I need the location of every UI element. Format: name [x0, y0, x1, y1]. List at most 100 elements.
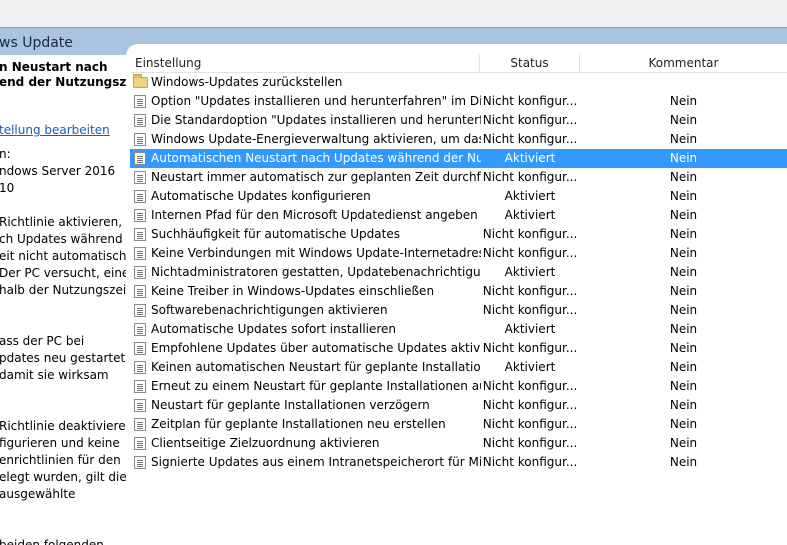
setting-comment: Nein [669, 189, 698, 203]
description-line: enrichtlinien für den [0, 453, 121, 467]
description-line: elegt wurden, gilt die [0, 470, 126, 484]
setting-name: Windows-Updates zurückstellen [151, 75, 343, 89]
setting-status: Aktiviert [504, 151, 556, 165]
policy-icon [134, 456, 146, 469]
policy-icon [134, 266, 146, 279]
setting-status: Aktiviert [504, 208, 556, 222]
policy-heading-line-2: end der Nutzungszeit [0, 75, 126, 89]
setting-name: Empfohlene Updates über automatische Upd… [151, 341, 481, 355]
policy-icon [134, 190, 146, 203]
setting-name: Neustart für geplante Installationen ver… [151, 398, 430, 412]
policy-icon [134, 95, 146, 108]
setting-comment: Nein [669, 94, 698, 108]
description-line: figurieren und keine [0, 436, 120, 450]
setting-status: Nicht konfigur... [482, 303, 578, 317]
setting-name: Automatische Updates sofort installieren [151, 322, 397, 336]
description-line: ausgewählte [0, 487, 76, 501]
setting-comment: Nein [669, 360, 698, 374]
setting-name: Signierte Updates aus einem Intranetspei… [151, 455, 481, 469]
pane-title: ws Update [0, 35, 73, 51]
setting-status: Nicht konfigur... [482, 398, 578, 412]
setting-status: Nicht konfigur... [482, 246, 578, 260]
setting-status: Aktiviert [504, 322, 556, 336]
policy-row[interactable]: Zeitplan für geplante Installationen neu… [130, 415, 787, 434]
setting-comment: Nein [669, 417, 698, 431]
setting-status: Nicht konfigur... [482, 436, 578, 450]
edit-policy-setting-link[interactable]: tellung bearbeiten [0, 122, 110, 139]
policy-row[interactable]: Erneut zu einem Neustart für geplante In… [130, 377, 787, 396]
setting-name: Neustart immer automatisch zur geplanten… [151, 170, 481, 184]
policy-row[interactable]: Automatischen Neustart nach Updates währ… [130, 149, 787, 168]
setting-comment: Nein [669, 322, 698, 336]
setting-comment: Nein [669, 227, 698, 241]
policy-row[interactable]: Suchhäufigkeit für automatische Updates N… [130, 225, 787, 244]
description-line: Der PC versucht, einen [0, 266, 126, 280]
description-line: 10 [0, 181, 15, 195]
description-line: Richtlinie aktivieren, [0, 215, 123, 229]
description-line: Richtlinie deaktivieren [0, 419, 126, 433]
setting-comment: Nein [669, 284, 698, 298]
description-line: ch Updates während [0, 232, 123, 246]
policy-row[interactable]: Automatische Updates konfigurieren Aktivi… [130, 187, 787, 206]
folder-row[interactable]: Windows-Updates zurückstellen [130, 73, 787, 92]
setting-name: Suchhäufigkeit für automatische Updates [151, 227, 400, 241]
policy-row[interactable]: Empfohlene Updates über automatische Upd… [130, 339, 787, 358]
setting-name: Keinen automatischen Neustart für geplan… [151, 360, 481, 374]
policy-icon [134, 228, 146, 241]
policy-row[interactable]: Clientseitige Zielzuordnung aktivieren Ni… [130, 434, 787, 453]
setting-name: Zeitplan für geplante Installationen neu… [151, 417, 446, 431]
policy-icon [134, 361, 146, 374]
setting-name: Internen Pfad für den Microsoft Updatedi… [151, 208, 478, 222]
setting-comment: Nein [669, 151, 698, 165]
setting-name: Nichtadministratoren gestatten, Updatebe… [151, 265, 481, 279]
policy-icon [134, 171, 146, 184]
setting-status: Nicht konfigur... [482, 341, 578, 355]
policy-row[interactable]: Internen Pfad für den Microsoft Updatedi… [130, 206, 787, 225]
setting-name: Windows Update-Energieverwaltung aktivie… [151, 132, 481, 146]
setting-comment: Nein [669, 436, 698, 450]
column-header: Einstellung Status Kommentar [130, 54, 787, 73]
description-line: beiden folgenden [0, 538, 104, 545]
policy-row[interactable]: Windows Update-Energieverwaltung aktivie… [130, 130, 787, 149]
toolbar-area [0, 0, 787, 28]
column-header-setting[interactable]: Einstellung [130, 54, 480, 73]
policy-row[interactable]: Keinen automatischen Neustart für geplan… [130, 358, 787, 377]
policy-icon [134, 418, 146, 431]
settings-list-pane: Einstellung Status Kommentar Windows-Upd… [126, 44, 787, 545]
setting-comment: Nein [669, 170, 698, 184]
policy-row[interactable]: Neustart immer automatisch zur geplanten… [130, 168, 787, 187]
description-line: halb der Nutzungszeit [0, 283, 126, 297]
policy-row[interactable]: Keine Treiber in Windows-Updates einschl… [130, 282, 787, 301]
policy-icon [134, 342, 146, 355]
policy-row[interactable]: Softwarebenachrichtigungen aktivieren Nic… [130, 301, 787, 320]
setting-status: Nicht konfigur... [482, 170, 578, 184]
setting-name: Erneut zu einem Neustart für geplante In… [151, 379, 481, 393]
setting-status: Nicht konfigur... [482, 113, 578, 127]
policy-row[interactable]: Die Standardoption "Updates installieren… [130, 111, 787, 130]
setting-status: Nicht konfigur... [482, 132, 578, 146]
setting-status: Aktiviert [504, 360, 556, 374]
setting-name: Option "Updates installieren und herunte… [151, 94, 481, 108]
policy-icon [134, 323, 146, 336]
policy-icon [134, 247, 146, 260]
description-line: ass der PC bei [0, 334, 85, 348]
policy-row[interactable]: Automatische Updates sofort installieren… [130, 320, 787, 339]
setting-comment: Nein [669, 303, 698, 317]
setting-name: Softwarebenachrichtigungen aktivieren [151, 303, 388, 317]
column-header-comment[interactable]: Kommentar [580, 54, 787, 73]
setting-comment: Nein [669, 398, 698, 412]
policy-row[interactable]: Keine Verbindungen mit Windows Update-In… [130, 244, 787, 263]
setting-status: Aktiviert [504, 189, 556, 203]
policy-row[interactable]: Neustart für geplante Installationen ver… [130, 396, 787, 415]
policy-row[interactable]: Signierte Updates aus einem Intranetspei… [130, 453, 787, 472]
setting-comment: Nein [669, 379, 698, 393]
setting-name: Automatischen Neustart nach Updates währ… [151, 151, 481, 165]
policy-icon [134, 114, 146, 127]
column-header-status[interactable]: Status [480, 54, 580, 73]
policy-icon [134, 380, 146, 393]
setting-comment: Nein [669, 246, 698, 260]
setting-name: Automatische Updates konfigurieren [151, 189, 371, 203]
policy-row[interactable]: Nichtadministratoren gestatten, Updatebe… [130, 263, 787, 282]
setting-name: Keine Treiber in Windows-Updates einschl… [151, 284, 435, 298]
policy-row[interactable]: Option "Updates installieren und herunte… [130, 92, 787, 111]
